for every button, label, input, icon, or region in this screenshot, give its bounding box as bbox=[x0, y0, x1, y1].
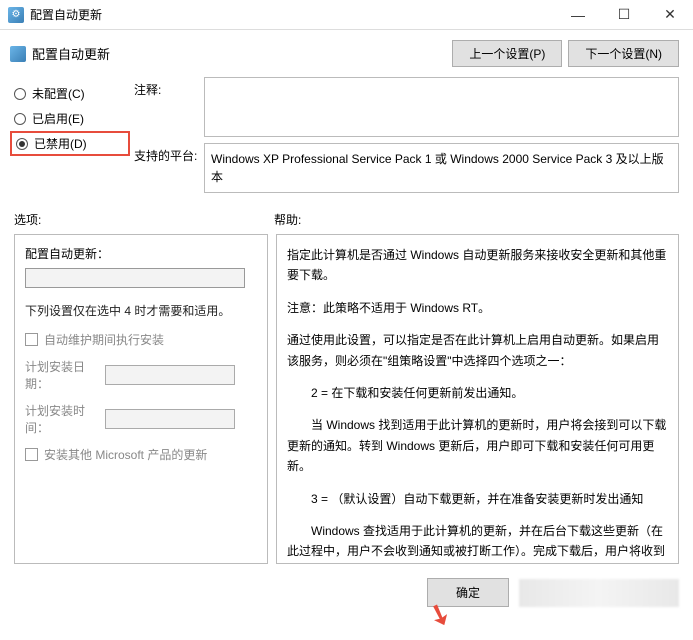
radio-icon bbox=[14, 88, 26, 100]
radio-label: 已启用(E) bbox=[32, 110, 84, 127]
config-area: 未配置(C) 已启用(E) 已禁用(D) 注释: 支持的平台: Windows … bbox=[0, 73, 693, 203]
update-mode-dropdown[interactable] bbox=[25, 268, 245, 288]
schedule-time-dropdown[interactable] bbox=[105, 409, 235, 429]
checkbox-icon bbox=[25, 333, 38, 346]
help-text: 注意：此策略不适用于 Windows RT。 bbox=[287, 298, 668, 318]
options-panel: 配置自动更新： 下列设置仅在选中 4 时才需要和适用。 自动维护期间执行安装 计… bbox=[14, 234, 268, 564]
maximize-button[interactable]: ☐ bbox=[601, 0, 647, 30]
next-setting-button[interactable]: 下一个设置(N) bbox=[568, 40, 679, 67]
help-text: 通过使用此设置，可以指定是否在此计算机上启用自动更新。如果启用该服务，则必须在"… bbox=[287, 330, 668, 371]
fields-column: 注释: 支持的平台: Windows XP Professional Servi… bbox=[134, 77, 679, 199]
radio-group: 未配置(C) 已启用(E) 已禁用(D) bbox=[14, 77, 134, 199]
section-labels: 选项: 帮助: bbox=[0, 203, 693, 228]
help-text: 3 = （默认设置）自动下载更新，并在准备安装更新时发出通知 bbox=[287, 489, 668, 509]
comment-input[interactable] bbox=[204, 77, 679, 137]
window-title: 配置自动更新 bbox=[30, 6, 555, 23]
footer: 确定 bbox=[0, 570, 693, 615]
options-note: 下列设置仅在选中 4 时才需要和适用。 bbox=[25, 302, 257, 319]
close-button[interactable]: ✕ bbox=[647, 0, 693, 30]
radio-icon bbox=[14, 113, 26, 125]
blurred-buttons bbox=[519, 579, 679, 607]
radio-icon bbox=[16, 138, 28, 150]
checkbox-label: 自动维护期间执行安装 bbox=[44, 331, 164, 348]
help-text: 2 = 在下载和安装任何更新前发出通知。 bbox=[287, 383, 668, 403]
schedule-time-label: 计划安装时间： bbox=[25, 402, 105, 436]
platform-label: 支持的平台: bbox=[134, 143, 204, 193]
schedule-date-dropdown[interactable] bbox=[105, 365, 235, 385]
radio-label: 已禁用(D) bbox=[34, 135, 87, 152]
radio-enabled[interactable]: 已启用(E) bbox=[14, 106, 134, 131]
checkbox-label: 安装其他 Microsoft 产品的更新 bbox=[44, 446, 207, 463]
subheader: 配置自动更新 上一个设置(P) 下一个设置(N) bbox=[0, 30, 693, 73]
schedule-date-label: 计划安装日期： bbox=[25, 358, 105, 392]
platform-value: Windows XP Professional Service Pack 1 或… bbox=[204, 143, 679, 193]
options-title: 配置自动更新： bbox=[25, 245, 257, 262]
radio-label: 未配置(C) bbox=[32, 85, 85, 102]
help-panel[interactable]: 指定此计算机是否通过 Windows 自动更新服务来接收安全更新和其他重要下载。… bbox=[276, 234, 679, 564]
help-text: Windows 查找适用于此计算机的更新，并在后台下载这些更新（在此过程中，用户… bbox=[287, 521, 668, 564]
radio-not-configured[interactable]: 未配置(C) bbox=[14, 81, 134, 106]
help-text: 指定此计算机是否通过 Windows 自动更新服务来接收安全更新和其他重要下载。 bbox=[287, 245, 668, 286]
policy-title: 配置自动更新 bbox=[32, 44, 446, 63]
minimize-button[interactable]: — bbox=[555, 0, 601, 30]
app-icon: ⚙ bbox=[8, 7, 24, 23]
maintenance-checkbox-row[interactable]: 自动维护期间执行安装 bbox=[25, 331, 257, 348]
options-label: 选项: bbox=[14, 211, 274, 228]
help-text: 当 Windows 找到适用于此计算机的更新时，用户将会接到可以下载更新的通知。… bbox=[287, 415, 668, 476]
checkbox-icon bbox=[25, 448, 38, 461]
panels: 配置自动更新： 下列设置仅在选中 4 时才需要和适用。 自动维护期间执行安装 计… bbox=[0, 228, 693, 570]
ok-button[interactable]: 确定 bbox=[427, 578, 509, 607]
titlebar: ⚙ 配置自动更新 — ☐ ✕ bbox=[0, 0, 693, 30]
schedule-time-field: 计划安装时间： bbox=[25, 402, 257, 436]
other-products-checkbox-row[interactable]: 安装其他 Microsoft 产品的更新 bbox=[25, 446, 257, 463]
policy-icon bbox=[10, 46, 26, 62]
schedule-date-field: 计划安装日期： bbox=[25, 358, 257, 392]
radio-disabled[interactable]: 已禁用(D) bbox=[10, 131, 130, 156]
prev-setting-button[interactable]: 上一个设置(P) bbox=[452, 40, 562, 67]
comment-label: 注释: bbox=[134, 77, 204, 137]
help-label: 帮助: bbox=[274, 211, 301, 228]
